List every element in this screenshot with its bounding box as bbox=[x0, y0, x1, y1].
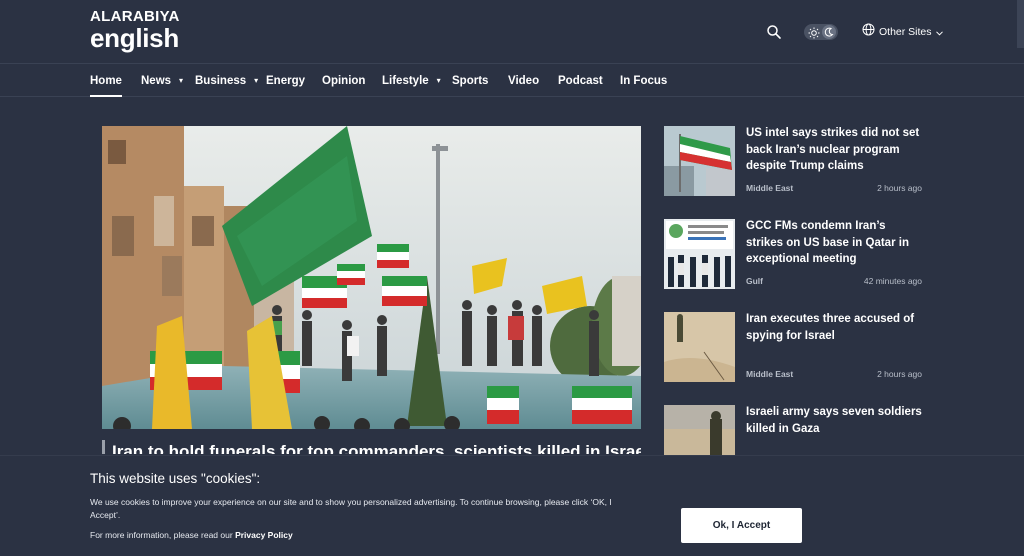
news-item[interactable]: GCC FMs condemn Iran’s strikes on US bas… bbox=[664, 219, 924, 291]
nav-item-home[interactable]: Home bbox=[90, 65, 122, 97]
sun-icon bbox=[808, 26, 820, 39]
logo-main-text: english bbox=[90, 23, 179, 53]
cookie-more-prefix: For more information, please read our bbox=[90, 530, 233, 540]
site-header: ALARABIYA english Other Sites bbox=[0, 0, 1024, 64]
news-item[interactable]: Iran executes three accused of spying fo… bbox=[664, 312, 924, 384]
nav-item-business[interactable]: Business ▾ bbox=[195, 65, 258, 97]
privacy-policy-link[interactable]: Privacy Policy bbox=[235, 530, 293, 540]
other-sites-label: Other Sites bbox=[879, 26, 932, 38]
news-category[interactable]: Middle East bbox=[746, 183, 793, 193]
nav-label: In Focus bbox=[620, 75, 668, 87]
news-title[interactable]: Israeli army says seven soldiers killed … bbox=[746, 404, 922, 437]
news-thumbnail[interactable] bbox=[664, 312, 735, 382]
other-sites-dropdown[interactable]: Other Sites bbox=[862, 23, 943, 41]
scrollbar[interactable] bbox=[1017, 0, 1024, 48]
hero-image[interactable] bbox=[102, 126, 641, 429]
chevron-down-icon[interactable]: ▾ bbox=[254, 65, 258, 97]
main-nav: Home News ▾ Business ▾ Energy Opinion Life… bbox=[0, 65, 1024, 97]
cookie-description: We use cookies to improve your experienc… bbox=[90, 497, 612, 520]
cookie-more-info: For more information, please read our Pr… bbox=[90, 530, 293, 540]
nav-item-video[interactable]: Video bbox=[508, 65, 539, 97]
nav-label: Podcast bbox=[558, 75, 603, 87]
hero-headline[interactable]: Iran to hold funerals for top commanders… bbox=[102, 440, 641, 454]
site-logo[interactable]: ALARABIYA english bbox=[90, 8, 180, 56]
nav-label: Sports bbox=[452, 75, 489, 87]
news-title[interactable]: Iran executes three accused of spying fo… bbox=[746, 311, 922, 344]
news-category[interactable]: Gulf bbox=[746, 276, 763, 286]
globe-icon bbox=[862, 23, 875, 41]
moon-icon bbox=[822, 25, 836, 39]
nav-label: Video bbox=[508, 75, 540, 87]
nav-label: Business bbox=[195, 75, 247, 88]
chevron-down-icon[interactable]: ▾ bbox=[179, 65, 183, 97]
news-item[interactable]: US intel says strikes did not set back I… bbox=[664, 126, 924, 198]
nav-label: Lifestyle bbox=[382, 75, 429, 88]
news-timestamp: 2 hours ago bbox=[877, 369, 922, 379]
nav-item-opinion[interactable]: Opinion bbox=[322, 65, 365, 97]
cookie-title: This website uses "cookies": bbox=[90, 471, 261, 486]
chevron-down-icon bbox=[935, 23, 943, 41]
nav-item-lifestyle[interactable]: Lifestyle ▾ bbox=[382, 65, 441, 97]
chevron-down-icon[interactable]: ▾ bbox=[437, 65, 441, 97]
nav-item-in-focus[interactable]: In Focus bbox=[620, 65, 667, 97]
news-title[interactable]: US intel says strikes did not set back I… bbox=[746, 125, 922, 175]
news-title[interactable]: GCC FMs condemn Iran’s strikes on US bas… bbox=[746, 218, 922, 268]
headline-accent-bar bbox=[102, 440, 105, 454]
nav-label: Home bbox=[90, 75, 122, 87]
search-icon[interactable] bbox=[766, 24, 782, 40]
news-timestamp: 2 hours ago bbox=[877, 183, 922, 193]
accept-cookies-button[interactable]: Ok, I Accept bbox=[681, 508, 802, 543]
nav-label: Energy bbox=[266, 75, 305, 87]
nav-item-sports[interactable]: Sports bbox=[452, 65, 488, 97]
news-thumbnail[interactable] bbox=[664, 126, 735, 196]
nav-label: News bbox=[141, 75, 172, 88]
nav-item-news[interactable]: News ▾ bbox=[141, 65, 183, 97]
news-thumbnail[interactable] bbox=[664, 219, 735, 289]
theme-toggle[interactable] bbox=[804, 24, 838, 40]
cookie-banner: This website uses "cookies": We use cook… bbox=[0, 455, 1024, 556]
nav-item-energy[interactable]: Energy bbox=[266, 65, 305, 97]
news-timestamp: 42 minutes ago bbox=[863, 276, 922, 286]
nav-item-podcast[interactable]: Podcast bbox=[558, 65, 603, 97]
hero-headline-text: Iran to hold funerals for top commanders… bbox=[112, 442, 641, 454]
news-category[interactable]: Middle East bbox=[746, 369, 793, 379]
nav-label: Opinion bbox=[322, 75, 366, 87]
